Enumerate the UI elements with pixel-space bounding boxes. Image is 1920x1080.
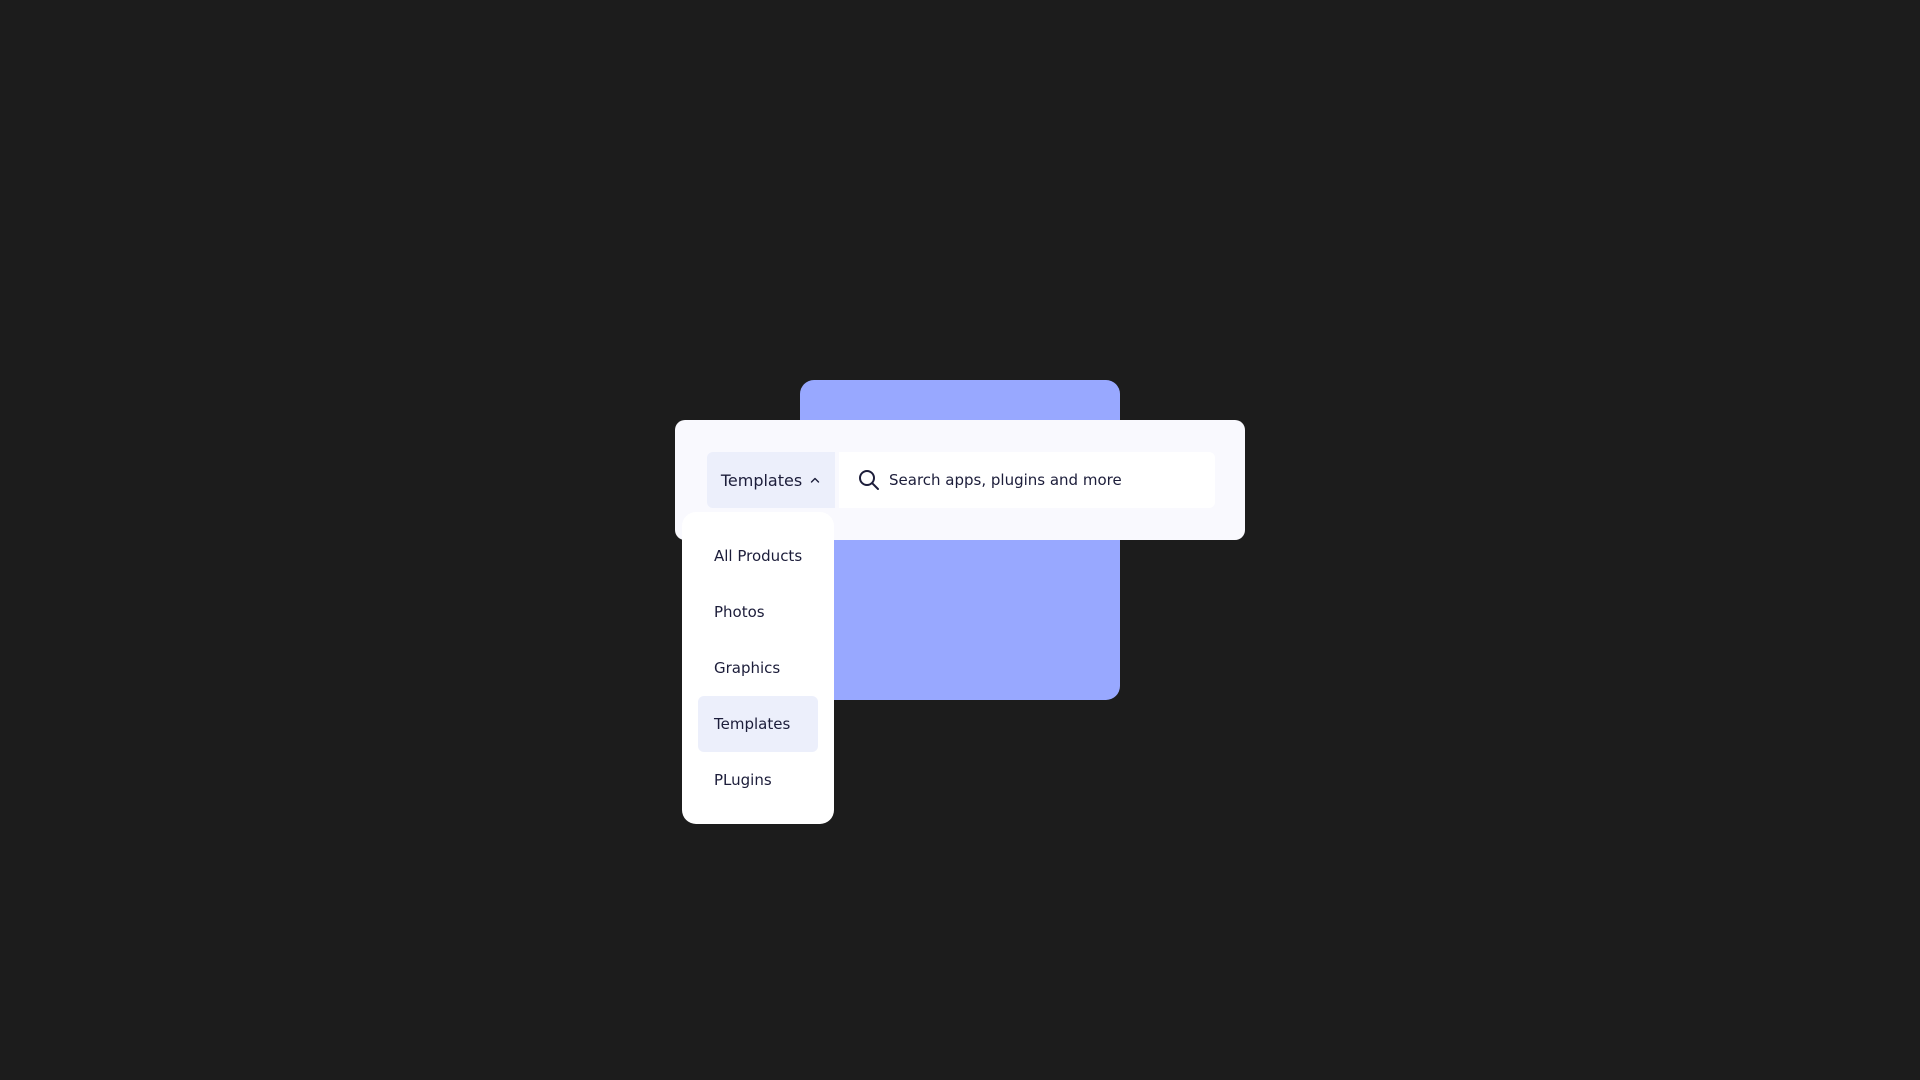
search-icon (859, 470, 879, 490)
stage: Templates All Products Photos Graphics T… (0, 0, 1920, 1080)
menu-item-plugins[interactable]: PLugins (698, 752, 818, 808)
menu-item-all-products[interactable]: All Products (698, 528, 818, 584)
menu-item-label: PLugins (714, 771, 772, 789)
search-field[interactable] (839, 452, 1215, 508)
menu-item-label: Templates (714, 715, 791, 733)
menu-item-graphics[interactable]: Graphics (698, 640, 818, 696)
menu-item-templates[interactable]: Templates (698, 696, 818, 752)
chevron-up-icon (810, 477, 820, 483)
menu-item-label: All Products (714, 547, 803, 565)
category-dropdown-menu: All Products Photos Graphics Templates P… (682, 512, 834, 824)
menu-item-label: Graphics (714, 659, 781, 677)
search-input[interactable] (889, 471, 1209, 489)
category-dropdown-label: Templates (720, 470, 803, 490)
menu-item-label: Photos (714, 603, 765, 621)
category-dropdown-button[interactable]: Templates (707, 452, 835, 508)
menu-item-photos[interactable]: Photos (698, 584, 818, 640)
